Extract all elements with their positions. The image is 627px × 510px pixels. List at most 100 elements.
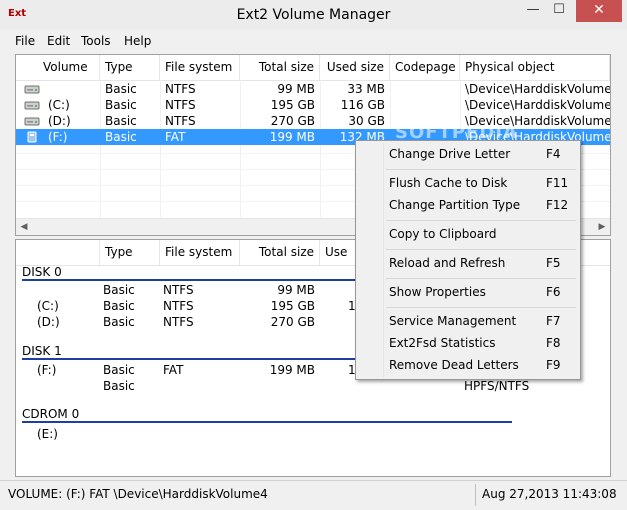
volume-used: 116 GB [340,98,385,112]
title-bar[interactable]: Ext Ext2 Volume Manager — ☐ ✕ [0,0,627,30]
menu-flush-cache[interactable]: Flush Cache to Disk F11 [358,172,578,194]
menu-bar: File Edit Tools Help [0,30,627,52]
partition-volume: (F:) [37,363,57,377]
partition-fs: NTFS [163,299,194,313]
volume-fs: FAT [165,130,186,144]
col-total-size[interactable]: Total size [240,240,320,265]
menu-service-management[interactable]: Service Management F7 [358,310,578,332]
partition-row[interactable]: (E:) [16,426,610,442]
menu-shortcut: F8 [546,336,561,350]
volume-type: Basic [105,98,137,112]
volume-type: Basic [105,114,137,128]
partition-used [343,282,353,298]
col-type[interactable]: Type [100,55,160,80]
col-file-system[interactable]: File system [160,240,240,265]
partition-type: Basic [103,379,135,393]
table-row[interactable]: Basic NTFS 99 MB 33 MB \Device\HarddiskV… [16,81,610,97]
menu-change-drive-letter[interactable]: Change Drive Letter F4 [358,143,578,165]
hard-drive-icon [24,85,40,94]
maximize-button[interactable]: ☐ [546,0,572,22]
partition-type: Basic [103,299,135,313]
col-volume[interactable]: Volume [16,55,100,80]
volume-object: \Device\HarddiskVolume2 [465,98,611,112]
hard-drive-icon [24,101,40,110]
menu-edit[interactable]: Edit [47,33,70,49]
volume-name: (C:) [48,98,70,112]
disk-bar [22,421,512,423]
menu-separator [386,220,576,221]
partition-fs: FAT [163,363,184,377]
menu-shortcut: F9 [546,358,561,372]
volume-total: 99 MB [277,82,315,96]
partition-volume: (C:) [37,299,59,313]
menu-file[interactable]: File [15,33,35,49]
volume-fs: NTFS [165,114,196,128]
menu-separator [386,278,576,279]
menu-separator [386,169,576,170]
partition-volume: (E:) [37,427,58,441]
partition-row[interactable]: Basic HPFS/NTFS [16,378,610,394]
menu-tools[interactable]: Tools [81,33,111,49]
menu-shortcut: F12 [546,198,569,212]
volume-name: (D:) [48,114,71,128]
volume-type: Basic [105,130,137,144]
context-menu: Change Drive Letter F4 Flush Cache to Di… [355,140,581,380]
col-type[interactable]: Type [100,240,160,265]
partition-used [343,314,353,330]
partition-volume [32,282,42,298]
menu-change-partition-type[interactable]: Change Partition Type F12 [358,194,578,216]
menu-label: Show Properties [389,285,486,299]
volume-total: 195 GB [270,98,315,112]
menu-ext2fsd-statistics[interactable]: Ext2Fsd Statistics F8 [358,332,578,354]
col-used-size[interactable]: Used size [320,55,390,80]
table-row[interactable]: (C:) Basic NTFS 195 GB 116 GB \Device\Ha… [16,97,610,113]
menu-show-properties[interactable]: Show Properties F6 [358,281,578,303]
volume-total: 199 MB [269,130,315,144]
partition-total: 99 MB [277,283,315,297]
close-button[interactable]: ✕ [576,0,622,22]
col-volume[interactable] [16,240,100,265]
status-bar: VOLUME: (F:) FAT \Device\HarddiskVolume4… [0,480,627,510]
col-file-system[interactable]: File system [160,55,240,80]
partition-label: HPFS/NTFS [464,379,530,393]
table-row[interactable]: (D:) Basic NTFS 270 GB 30 GB \Device\Har… [16,113,610,129]
col-total-size[interactable]: Total size [240,55,320,80]
minimize-button[interactable]: — [520,0,546,22]
menu-remove-dead-letters[interactable]: Remove Dead Letters F9 [358,354,578,376]
main-window: Ext Ext2 Volume Manager — ☐ ✕ File Edit … [0,0,627,510]
col-codepage[interactable]: Codepage [390,55,460,80]
menu-separator [386,249,576,250]
col-physical-object[interactable]: Physical object [460,55,610,80]
volume-name [43,81,53,97]
menu-label: Change Drive Letter [389,147,511,161]
usb-drive-icon [27,131,37,143]
partition-type: Basic [103,315,135,329]
menu-shortcut: F7 [546,314,561,328]
menu-label: Flush Cache to Disk [389,176,508,190]
scroll-right-icon[interactable]: ▶ [594,219,610,235]
menu-copy-clipboard[interactable]: Copy to Clipboard [358,223,578,245]
partition-volume: (D:) [37,315,60,329]
partition-type: Basic [103,363,135,377]
disk-title: DISK 0 [22,265,62,279]
scroll-left-icon[interactable]: ◀ [16,219,32,235]
menu-label: Copy to Clipboard [389,227,497,241]
partition-type: Basic [103,283,135,297]
menu-reload-refresh[interactable]: Reload and Refresh F5 [358,252,578,274]
volume-fs: NTFS [165,98,196,112]
partition-total: 199 MB [269,363,315,377]
menu-help[interactable]: Help [124,33,151,49]
status-separator [475,484,476,506]
menu-label: Ext2Fsd Statistics [389,336,496,350]
menu-shortcut: F5 [546,256,561,270]
menu-label: Remove Dead Letters [389,358,519,372]
status-volume: VOLUME: (F:) FAT \Device\HarddiskVolume4 [8,487,268,501]
disk-title: CDROM 0 [22,407,80,421]
menu-shortcut: F4 [546,147,561,161]
partition-fs: NTFS [163,315,194,329]
hard-drive-icon [24,117,40,126]
volume-total: 270 GB [270,114,315,128]
menu-label: Service Management [389,314,517,328]
volume-codepage [390,97,400,113]
volume-type: Basic [105,82,137,96]
